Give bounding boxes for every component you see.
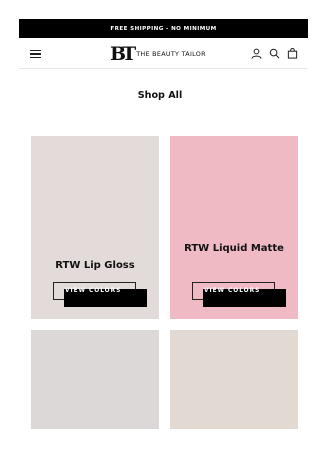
announcement-bar: FREE SHIPPING - NO MINIMUM <box>19 19 308 38</box>
view-colors-button[interactable]: VIEW COLORS <box>192 282 286 307</box>
product-name: RTW Lip Gloss <box>55 260 135 271</box>
product-card[interactable]: RTW Lip Gloss VIEW COLORS <box>31 136 159 319</box>
account-icon[interactable] <box>251 48 262 59</box>
view-colors-button[interactable]: VIEW COLORS <box>53 282 147 307</box>
brand-logo[interactable]: BT THE BEAUTY TAILOR <box>110 43 206 65</box>
product-card[interactable] <box>170 330 298 429</box>
product-name: RTW Liquid Matte <box>184 243 284 254</box>
cart-icon[interactable] <box>287 48 298 59</box>
page-title: Shop All <box>137 90 183 101</box>
search-icon[interactable] <box>269 48 280 59</box>
view-colors-label: VIEW COLORS <box>65 288 122 294</box>
menu-icon[interactable] <box>30 50 41 58</box>
announcement-text: FREE SHIPPING - NO MINIMUM <box>110 25 217 32</box>
logo-mark: BT <box>110 42 136 65</box>
site-header: BT THE BEAUTY TAILOR <box>19 38 308 69</box>
view-colors-label: VIEW COLORS <box>204 288 261 294</box>
product-card[interactable]: RTW Liquid Matte VIEW COLORS <box>170 136 298 319</box>
product-card[interactable] <box>31 330 159 429</box>
logo-text: THE BEAUTY TAILOR <box>136 50 206 58</box>
